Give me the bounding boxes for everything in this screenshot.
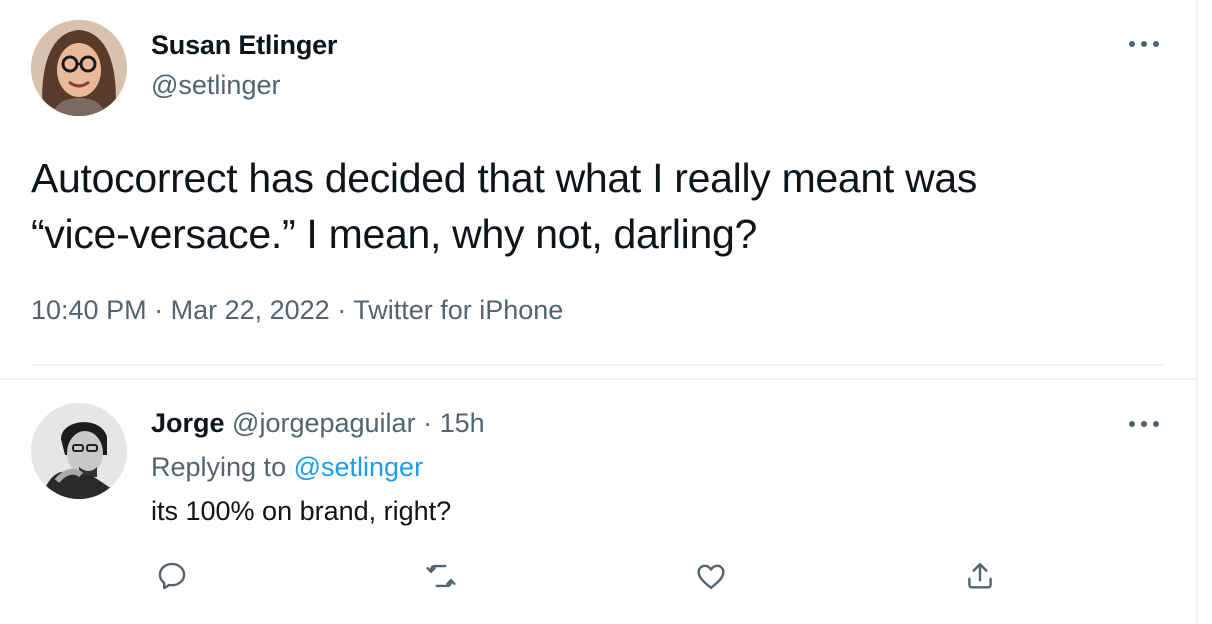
main-tweet: Susan Etlinger @setlinger Autocorrect ha…: [0, 0, 1196, 380]
tweet-text: Autocorrect has decided that what I real…: [31, 155, 978, 257]
more-options-icon[interactable]: [1124, 30, 1164, 58]
like-icon[interactable]: [691, 556, 731, 596]
reply-header: Jorge @jorgepaguilar · 15h: [151, 408, 485, 439]
replying-to: Replying to @setlinger: [151, 452, 423, 483]
divider: [31, 364, 1163, 366]
display-name[interactable]: Susan Etlinger: [151, 30, 337, 61]
reply-text: its 100% on brand, right?: [151, 496, 452, 526]
tweet-source[interactable]: Twitter for iPhone: [353, 295, 563, 325]
more-options-icon[interactable]: [1124, 410, 1164, 438]
mention-link[interactable]: @setlinger: [294, 452, 423, 482]
reply-icon[interactable]: [152, 556, 192, 596]
tweet-meta: 10:40 PM · Mar 22, 2022 · Twitter for iP…: [31, 295, 563, 326]
tweet-date[interactable]: Mar 22, 2022: [171, 295, 330, 325]
share-icon[interactable]: [960, 556, 1000, 596]
divider: [0, 378, 1196, 380]
meta-separator: ·: [329, 295, 354, 325]
tweet-time[interactable]: 10:40 PM: [31, 295, 147, 325]
display-name[interactable]: Jorge: [151, 408, 225, 438]
avatar[interactable]: [31, 20, 127, 116]
avatar[interactable]: [31, 403, 127, 499]
tweet-thread: Susan Etlinger @setlinger Autocorrect ha…: [0, 0, 1198, 624]
meta-separator: ·: [415, 408, 440, 438]
reply-age[interactable]: 15h: [440, 408, 485, 438]
user-handle[interactable]: @jorgepaguilar: [232, 408, 416, 438]
replying-prefix: Replying to: [151, 452, 294, 482]
meta-separator: ·: [146, 295, 171, 325]
retweet-icon[interactable]: [421, 556, 461, 596]
user-handle[interactable]: @setlinger: [151, 70, 280, 101]
